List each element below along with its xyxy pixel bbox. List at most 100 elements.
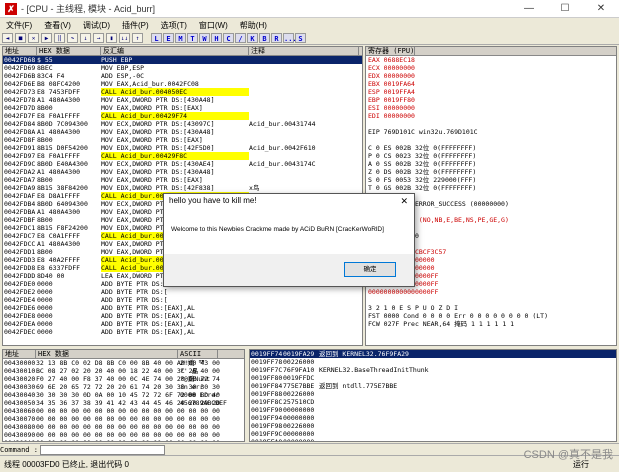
toolbar-button[interactable]: ✕ [28, 33, 39, 43]
toolbar-button[interactable]: ◄ [2, 33, 13, 43]
disasm-row[interactable]: 0042FD8A A1 480A4300 MOV EAX,DWORD PTR DS:… [3, 128, 362, 136]
toolbar-button[interactable]: ↓ [80, 33, 91, 43]
toolbar-view-button[interactable]: / [235, 33, 246, 43]
toolbar-button[interactable]: ▮ [106, 33, 117, 43]
menu-item[interactable]: 选项(T) [155, 20, 193, 31]
dump-row[interactable]: 00430050 34 35 36 37 38 39 41 42 43 44 45… [3, 399, 244, 407]
menu-item[interactable]: 窗口(W) [193, 20, 234, 31]
stack-row[interactable]: 0019FF74 0019FA29 返回到 KERNEL32.76F9FA29 [250, 350, 616, 358]
toolbar-view-button[interactable]: B [259, 33, 270, 43]
disasm-row[interactable]: 0042FD78 A1 480A4300 MOV EAX,DWORD PTR DS:… [3, 96, 362, 104]
dump-row[interactable]: 00430000 32 13 8B C0 02 D8 8B C0 00 8B 40… [3, 359, 244, 367]
dump-row[interactable]: 004300A000 00 00 00 00 00 00 00 00 00 00… [3, 439, 244, 441]
stack-row[interactable]: 0019FF78 00226000 [250, 358, 616, 366]
dialog-close-icon[interactable]: ✕ [400, 194, 408, 208]
toolbar-button[interactable]: ↓↓ [119, 33, 130, 43]
menu-item[interactable]: 插件(P) [116, 20, 155, 31]
disasm-row[interactable]: 0042FDEC 0000 ADD BYTE PTR DS:[EAX],AL [3, 328, 362, 336]
disasm-comment [249, 112, 349, 120]
toolbar-view-button[interactable]: C [223, 33, 234, 43]
stack-row[interactable]: 0019FF9C 00000000 [250, 430, 616, 438]
stack-row[interactable]: 0019FFA0 00000000 [250, 438, 616, 442]
disasm-row[interactable]: 0042FDA7 8B00 MOV EAX,DWORD PTR DS:[EAX] [3, 176, 362, 184]
menu-item[interactable]: 文件(F) [0, 20, 38, 31]
toolbar-button[interactable]: ■ [15, 33, 26, 43]
stack-row[interactable]: 0019FF84 775E7BBE 返回到 ntdll.775E7BBE [250, 382, 616, 390]
toolbar-button[interactable]: ↷ [67, 33, 78, 43]
disasm-row[interactable]: 0042FDE8 0000 ADD BYTE PTR DS:[EAX],AL [3, 312, 362, 320]
disasm-row[interactable]: 0042FDA2 A1 480A4300 MOV EAX,DWORD PTR DS:… [3, 168, 362, 176]
stack-row[interactable]: 0019FF90 00000000 [250, 406, 616, 414]
disasm-row[interactable]: 0042FD97 E8 F0A1FFFF CALL Acid_bur.00429F8… [3, 152, 362, 160]
disasm-row[interactable]: 0042FDE2 0000 ADD BYTE PTR DS:[ [3, 288, 362, 296]
maximize-button[interactable]: ☐ [547, 0, 583, 18]
toolbar-view-button[interactable]: R [271, 33, 282, 43]
toolbar-view-button[interactable]: M [175, 33, 186, 43]
disasm-row[interactable]: 0042FDEA 0000 ADD BYTE PTR DS:[EAX],AL [3, 320, 362, 328]
disasm-row[interactable]: 0042FD7D 8B00 MOV EAX,DWORD PTR DS:[EAX] [3, 104, 362, 112]
disasm-address: 0042FDAF [4, 192, 36, 200]
close-button[interactable]: ✕ [583, 0, 619, 18]
disasm-row[interactable]: 0042FDE6 0000 ADD BYTE PTR DS:[EAX],AL [3, 304, 362, 312]
register-line: EBX 0019FA64 [368, 80, 415, 88]
disasm-address: 0042FD9C [4, 160, 36, 168]
command-input[interactable] [39, 444, 165, 455]
disasm-row[interactable]: 0042FD6E B8 08FC4200 MOV EAX,Acid_bur.0042… [3, 80, 362, 88]
disasm-hex: 0000 [37, 280, 53, 288]
disasm-address: 0042FDBA [4, 208, 36, 216]
disasm-row[interactable]: 0042FD9C 8B0D E40A4300 MOV ECX,DWORD PTR D… [3, 160, 362, 168]
stack-row[interactable]: 0019FF80 0019FFDC [250, 374, 616, 382]
disasm-row[interactable]: 0042FD69 8BEC MOV EBP,ESP [3, 64, 362, 72]
disasm-row[interactable]: 0042FDE4 0000 ADD BYTE PTR DS:[ [3, 296, 362, 304]
menu-item[interactable]: 帮助(H) [234, 20, 273, 31]
col-comment: 注释 [249, 47, 359, 55]
toolbar-view-button[interactable]: T [187, 33, 198, 43]
disasm-row[interactable]: 0042FDA9 8B15 38F84200 MOV EDX,DWORD PTR D… [3, 184, 362, 192]
col-disasm: 反汇编 [101, 47, 249, 55]
menu-item[interactable]: 调试(D) [77, 20, 116, 31]
toolbar-button[interactable]: → [93, 33, 104, 43]
disasm-row[interactable]: 0042FD73 E8 7453FDFF CALL Acid_bur.004050E… [3, 88, 362, 96]
minimize-button[interactable]: — [511, 0, 547, 18]
toolbar-view-button[interactable]: H [211, 33, 222, 43]
dump-row[interactable]: 00430060 00 00 00 00 00 00 00 00 00 00 00… [3, 407, 244, 415]
toolbar-view-button[interactable]: K [247, 33, 258, 43]
disasm-address: 0042FD6E [4, 80, 36, 88]
disasm-comment [249, 56, 349, 64]
register-line: ESI 00000000 [368, 104, 415, 112]
toolbar-button[interactable]: ↑ [132, 33, 143, 43]
dump-address: 00430090 [4, 431, 36, 439]
stack-row[interactable]: 0019FF8C 257510CD [250, 398, 616, 406]
disasm-row[interactable]: 0042FD8F 8B00 MOV EAX,DWORD PTR DS:[EAX] [3, 136, 362, 144]
disasm-row[interactable]: 0042FD68 $ 55 PUSH EBP [3, 56, 362, 64]
toolbar-view-button[interactable]: L [151, 33, 162, 43]
disasm-row[interactable]: 0042FD6B 83C4 F4 ADD ESP,-0C [3, 72, 362, 80]
toolbar-button[interactable]: ▶ [41, 33, 52, 43]
toolbar-view-button[interactable]: S [295, 33, 306, 43]
stack-row[interactable]: 0019FF7C 76F9FA10 KERNEL32.BaseThreadInitT… [250, 366, 616, 374]
toolbar-view-button[interactable]: ... [283, 33, 297, 43]
toolbar-view-button[interactable]: W [199, 33, 210, 43]
stack-row[interactable]: 0019FF98 00226000 [250, 422, 616, 430]
dump-row[interactable]: 00430010 BC 08 27 02 20 20 40 00 18 22 40… [3, 367, 244, 375]
menu-item[interactable]: 查看(V) [38, 20, 77, 31]
dump-row[interactable]: 00430040 30 30 30 30 0D 0A 00 10 45 72 72… [3, 391, 244, 399]
ok-button[interactable]: 确定 [344, 262, 396, 277]
stack-value: 257510CD [283, 398, 315, 406]
stack-pane[interactable]: 0019FF74 0019FA29 返回到 KERNEL32.76F9FA29 001… [249, 349, 617, 442]
stack-row[interactable]: 0019FF94 00000000 [250, 414, 616, 422]
disasm-row[interactable]: 0042FD7F E8 F0A1FFFF CALL Acid_bur.00429F7… [3, 112, 362, 120]
disasm-row[interactable]: 0042FD84 8B0D 7C094300 MOV ECX,DWORD PTR D… [3, 120, 362, 128]
memory-dump-pane[interactable]: 地址 HEX 数据 ASCII 00430000 32 13 8B C0 02 D8 … [2, 349, 245, 442]
dump-row[interactable]: 00430080 00 00 00 00 00 00 00 00 00 00 00… [3, 423, 244, 431]
disasm-row[interactable]: 0042FD91 8B15 D0F54200 MOV EDX,DWORD PTR D… [3, 144, 362, 152]
toolbar-view-button[interactable]: E [163, 33, 174, 43]
dump-row[interactable]: 00430090 00 00 00 00 00 00 00 00 00 00 00… [3, 431, 244, 439]
stack-comment [317, 414, 319, 422]
toolbar-button[interactable]: ‖ [54, 33, 65, 43]
stack-row[interactable]: 0019FF88 00226000 [250, 390, 616, 398]
dump-row[interactable]: 00430070 00 00 00 00 00 00 00 00 00 00 00… [3, 415, 244, 423]
dump-row[interactable]: 00430020 F0 27 40 00 F8 37 40 00 0C 4E 74… [3, 375, 244, 383]
dump-row[interactable]: 00430030 69 6E 20 65 72 72 20 20 61 74 20… [3, 383, 244, 391]
stack-value: 00000000 [283, 438, 315, 442]
